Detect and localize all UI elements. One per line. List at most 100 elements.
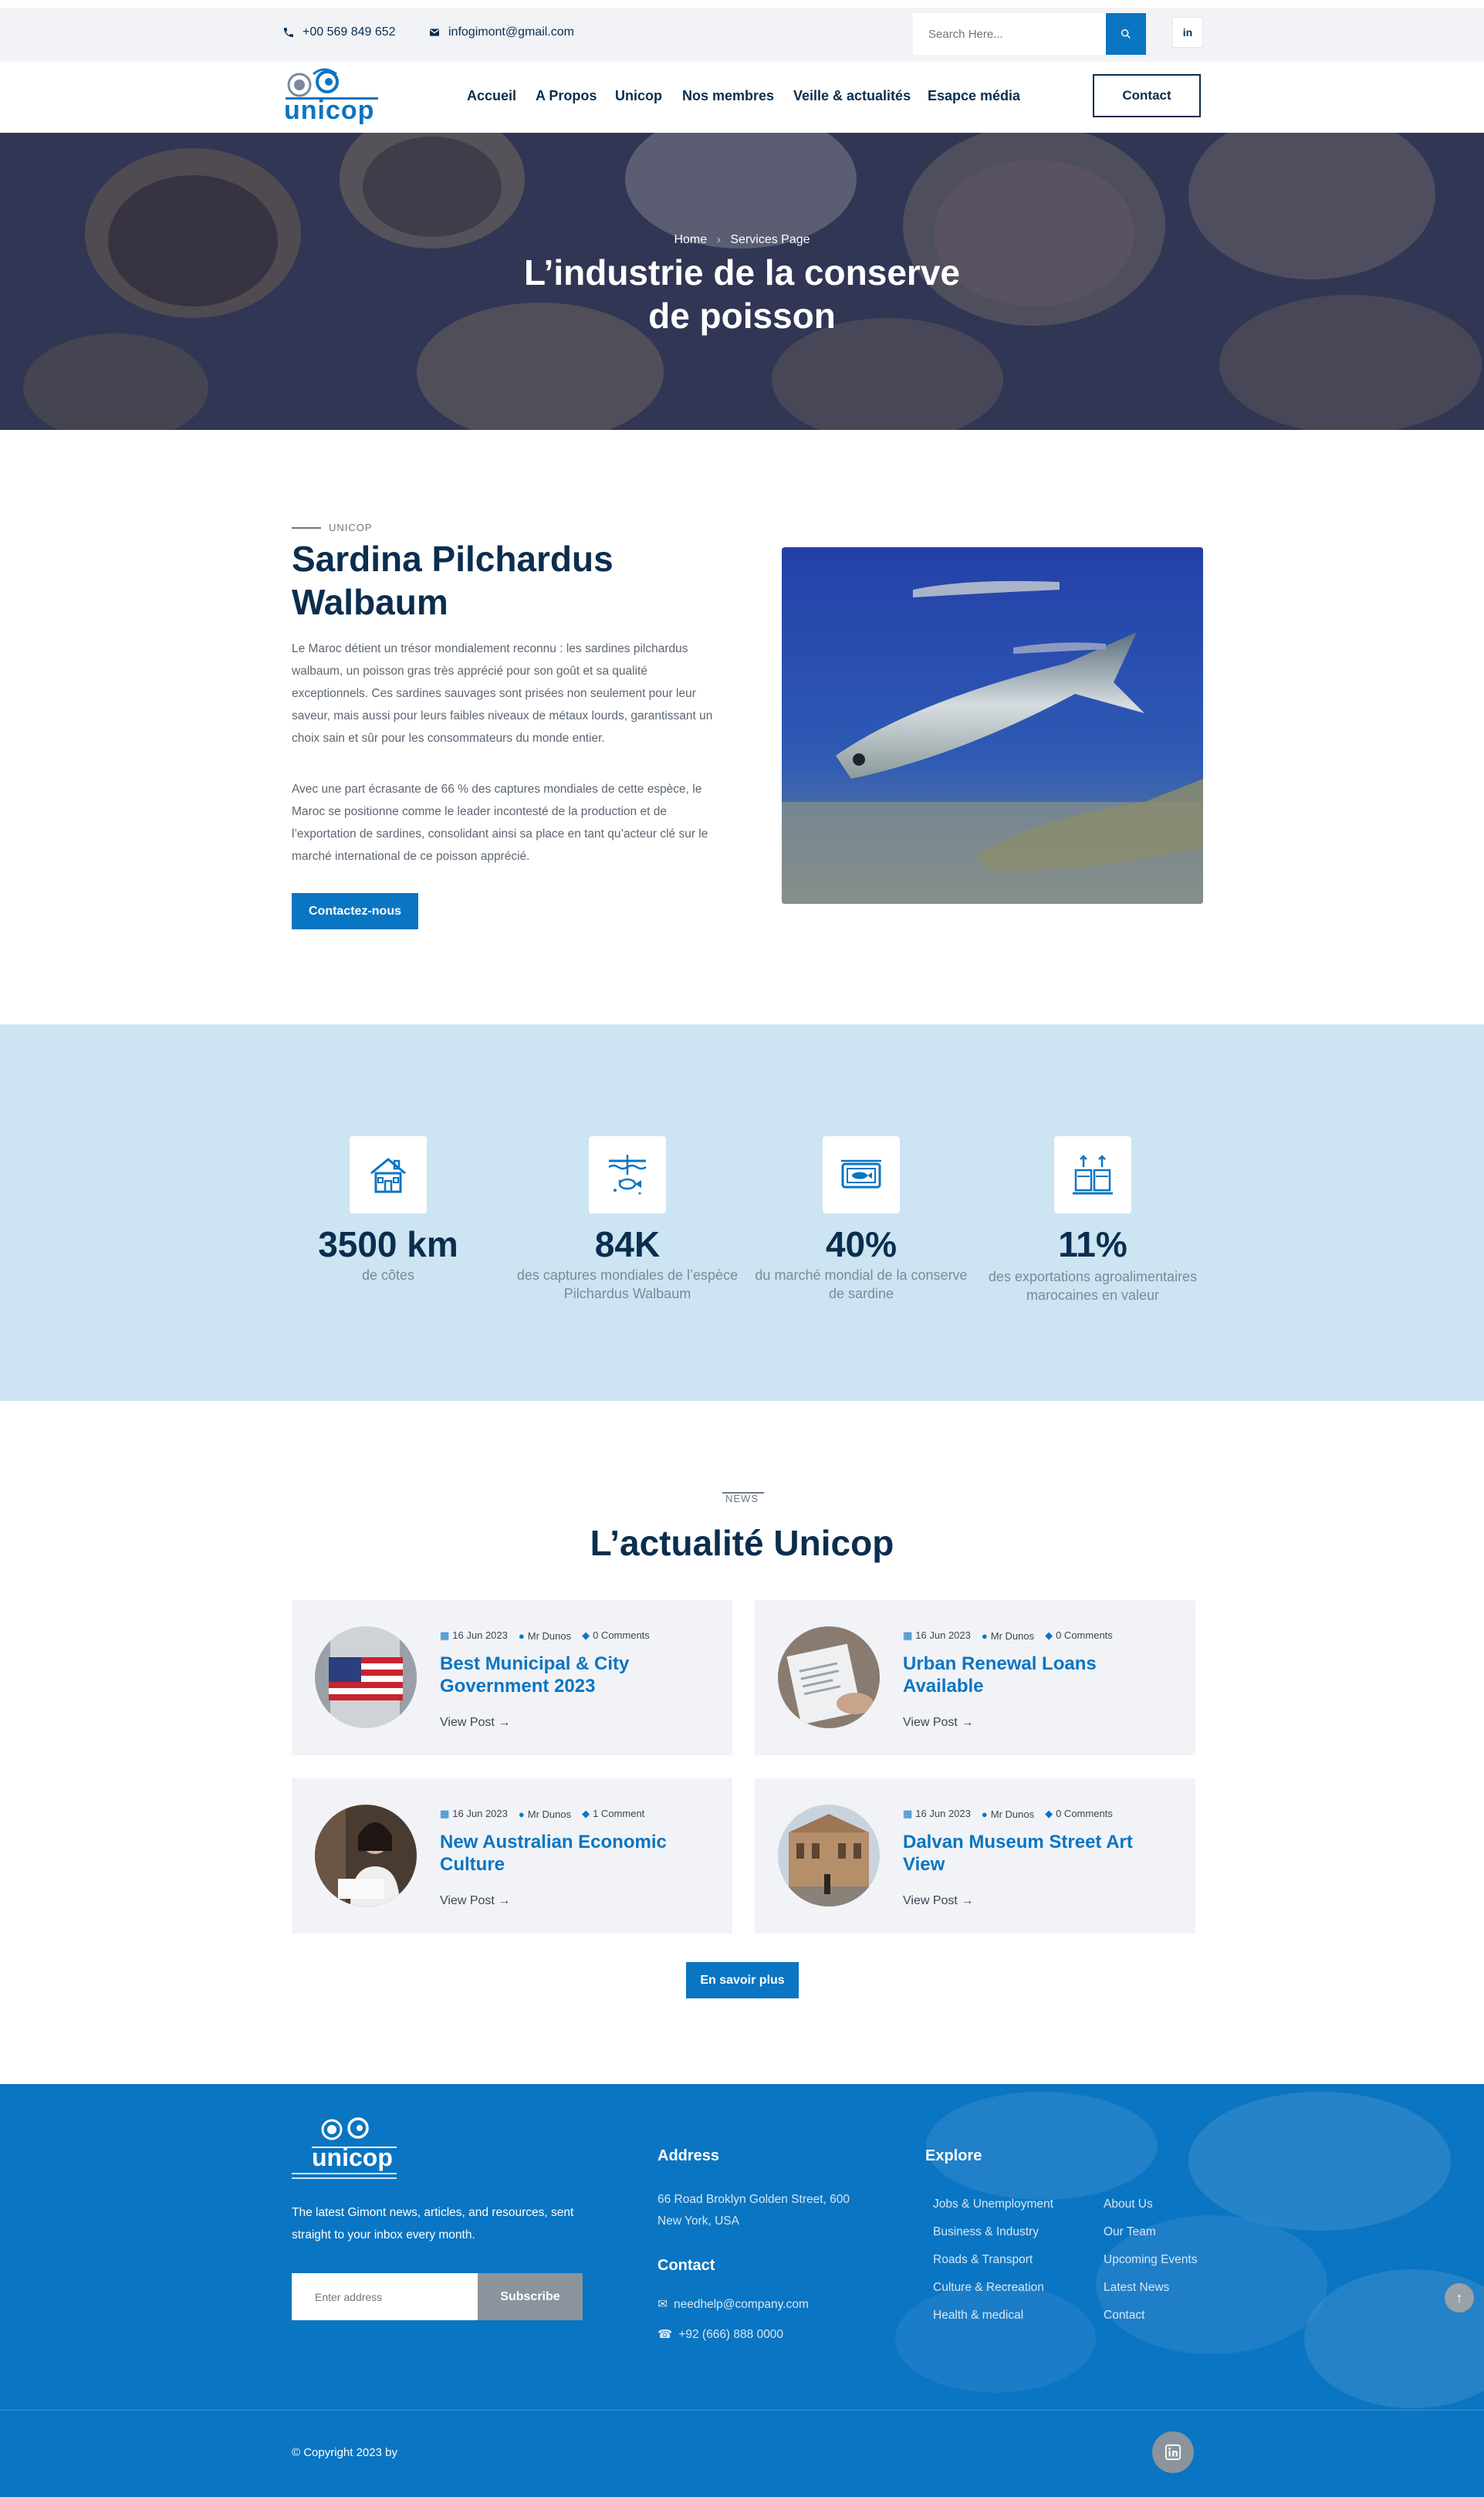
breadcrumb: Home › Services Page bbox=[0, 233, 1484, 247]
footer-contact-email[interactable]: ✉ needhelp@company.com bbox=[657, 2297, 809, 2312]
search-button[interactable] bbox=[1106, 13, 1146, 55]
footer-address-heading: Address bbox=[657, 2147, 720, 2164]
footer-divider bbox=[0, 2410, 1484, 2411]
footer-link[interactable]: Culture & Recreation bbox=[933, 2274, 1053, 2302]
news-date: 16 Jun 2023 bbox=[915, 1629, 971, 1641]
footer-link[interactable]: Business & Industry bbox=[933, 2218, 1053, 2246]
view-post-link[interactable]: View Post → bbox=[440, 1894, 510, 1908]
comments-icon: ◆ bbox=[1045, 1629, 1053, 1641]
footer-logo[interactable]: unicop bbox=[292, 2113, 400, 2184]
intro-tag-text: UNICOP bbox=[329, 522, 373, 533]
scroll-to-top-button[interactable]: ↑ bbox=[1445, 2283, 1474, 2313]
email-text: infogimont@gmail.com bbox=[448, 25, 574, 39]
envelope-icon: ✉ bbox=[657, 2298, 668, 2311]
footer bbox=[0, 2084, 1484, 2497]
tag-line bbox=[292, 526, 321, 529]
calendar-icon: ▦ bbox=[903, 1629, 913, 1641]
view-post-text: View Post bbox=[903, 1894, 958, 1907]
footer-contact-heading: Contact bbox=[657, 2257, 715, 2274]
hero-title-line1: L’industrie de la conserve bbox=[524, 252, 960, 293]
news-author[interactable]: Mr Dunos bbox=[991, 1630, 1034, 1642]
footer-link[interactable]: Jobs & Unemployment bbox=[933, 2191, 1053, 2218]
nav-accueil[interactable]: Accueil bbox=[467, 88, 516, 104]
news-card[interactable]: ▦ 16 Jun 2023 ● Mr Dunos ◆ 1 Comment New Au… bbox=[292, 1778, 732, 1934]
stats-section bbox=[0, 1024, 1484, 1401]
intro-paragraph-2: Avec une part écrasante de 66 % des capt… bbox=[292, 783, 708, 863]
calendar-icon: ▦ bbox=[440, 1808, 450, 1819]
footer-link[interactable]: Roads & Transport bbox=[933, 2246, 1053, 2274]
news-author[interactable]: Mr Dunos bbox=[528, 1630, 571, 1642]
news-card-image bbox=[778, 1626, 880, 1728]
news-comments[interactable]: 0 Comments bbox=[1056, 1629, 1113, 1641]
contactez-nous-button[interactable]: Contactez-nous bbox=[292, 893, 418, 929]
arrow-right-icon: → bbox=[961, 1894, 974, 1907]
footer-explore-column-2: About Us Our Team Upcoming Events Latest… bbox=[1104, 2191, 1197, 2330]
user-icon: ● bbox=[518, 1808, 525, 1820]
news-author[interactable]: Mr Dunos bbox=[991, 1808, 1034, 1820]
view-post-text: View Post bbox=[440, 1716, 495, 1729]
view-post-link[interactable]: View Post → bbox=[903, 1716, 973, 1730]
news-card-image bbox=[778, 1805, 880, 1907]
newsletter-email-input[interactable] bbox=[292, 2273, 478, 2320]
news-card[interactable]: ▦ 16 Jun 2023 ● Mr Dunos ◆ 0 Comments Urban… bbox=[755, 1600, 1195, 1755]
sardine-illustration bbox=[782, 547, 1203, 904]
stat-label-captures: des captures mondiales de l’espèce Pilch… bbox=[516, 1267, 739, 1301]
sardine-photo bbox=[782, 547, 1203, 904]
calendar-icon: ▦ bbox=[440, 1629, 450, 1641]
intro-paragraph-1: Le Maroc détient un trésor mondialement … bbox=[292, 642, 713, 745]
footer-link[interactable]: Latest News bbox=[1104, 2274, 1197, 2302]
logo[interactable]: unicop bbox=[282, 66, 383, 128]
view-post-link[interactable]: View Post → bbox=[440, 1716, 510, 1730]
nav-espace-media[interactable]: Esapce média bbox=[928, 88, 1020, 104]
phone-icon bbox=[284, 28, 293, 37]
linkedin-icon[interactable]: in bbox=[1172, 17, 1203, 48]
breadcrumb-separator: › bbox=[716, 233, 721, 246]
comments-icon: ◆ bbox=[1045, 1808, 1053, 1819]
footer-link[interactable]: Health & medical bbox=[933, 2302, 1053, 2330]
footer-link[interactable]: Upcoming Events bbox=[1104, 2246, 1197, 2274]
subscribe-button[interactable]: Subscribe bbox=[478, 2273, 583, 2320]
view-post-text: View Post bbox=[440, 1894, 495, 1907]
hero-title: L’industrie de la conserve de poisson bbox=[0, 251, 1484, 337]
news-comments[interactable]: 0 Comments bbox=[593, 1629, 650, 1641]
sardine-can-icon bbox=[823, 1136, 900, 1213]
calendar-icon: ▦ bbox=[903, 1808, 913, 1819]
nav-a-propos[interactable]: A Propos bbox=[536, 88, 597, 104]
user-icon: ● bbox=[981, 1808, 988, 1820]
news-card-title[interactable]: Urban Renewal Loans Available bbox=[903, 1653, 1173, 1697]
footer-link[interactable]: Contact bbox=[1104, 2302, 1197, 2330]
news-card-meta: ▦ 16 Jun 2023 ● Mr Dunos ◆ 1 Comment bbox=[440, 1808, 644, 1820]
news-card-title[interactable]: New Australian Economic Culture bbox=[440, 1831, 710, 1876]
arrow-right-icon: → bbox=[961, 1716, 974, 1729]
news-author[interactable]: Mr Dunos bbox=[528, 1808, 571, 1820]
nav-nos-membres[interactable]: Nos membres bbox=[682, 88, 774, 104]
footer-linkedin-button[interactable] bbox=[1152, 2431, 1194, 2473]
news-comments[interactable]: 1 Comment bbox=[593, 1808, 644, 1819]
footer-tagline: The latest Gimont news, articles, and re… bbox=[292, 2206, 574, 2242]
top-phone[interactable]: +00 569 849 652 bbox=[282, 25, 396, 39]
news-card[interactable]: ▦ 16 Jun 2023 ● Mr Dunos ◆ 0 Comments Best … bbox=[292, 1600, 732, 1755]
view-post-text: View Post bbox=[903, 1716, 958, 1729]
news-card-title[interactable]: Best Municipal & City Government 2023 bbox=[440, 1653, 710, 1697]
breadcrumb-home[interactable]: Home bbox=[674, 233, 707, 246]
view-post-link[interactable]: View Post → bbox=[903, 1894, 973, 1908]
nav-unicop[interactable]: Unicop bbox=[615, 88, 662, 104]
nav-veille-actualites[interactable]: Veille & actualités bbox=[793, 88, 911, 104]
footer-contact-phone[interactable]: ☎ +92 (666) 888 0000 bbox=[657, 2327, 783, 2342]
footer-address-line2: New York, USA bbox=[657, 2214, 739, 2228]
footer-contact-phone-text: +92 (666) 888 0000 bbox=[678, 2327, 784, 2341]
stat-value-market: 40% bbox=[825, 1224, 897, 1264]
news-card-title[interactable]: Dalvan Museum Street Art View bbox=[903, 1831, 1173, 1876]
top-email[interactable]: infogimont@gmail.com bbox=[428, 25, 574, 39]
search-icon bbox=[1121, 29, 1131, 39]
news-card[interactable]: ▦ 16 Jun 2023 ● Mr Dunos ◆ 0 Comments Dalva… bbox=[755, 1778, 1195, 1934]
news-comments[interactable]: 0 Comments bbox=[1056, 1808, 1113, 1819]
search-input[interactable] bbox=[913, 13, 1106, 55]
news-tag: NEWS bbox=[725, 1493, 759, 1504]
footer-link[interactable]: Our Team bbox=[1104, 2218, 1197, 2246]
linkedin-icon bbox=[1165, 2444, 1181, 2461]
en-savoir-plus-button[interactable]: En savoir plus bbox=[686, 1962, 799, 1998]
news-title: L’actualité Unicop bbox=[590, 1523, 894, 1563]
footer-link[interactable]: About Us bbox=[1104, 2191, 1197, 2218]
contact-button[interactable]: Contact bbox=[1093, 74, 1201, 117]
